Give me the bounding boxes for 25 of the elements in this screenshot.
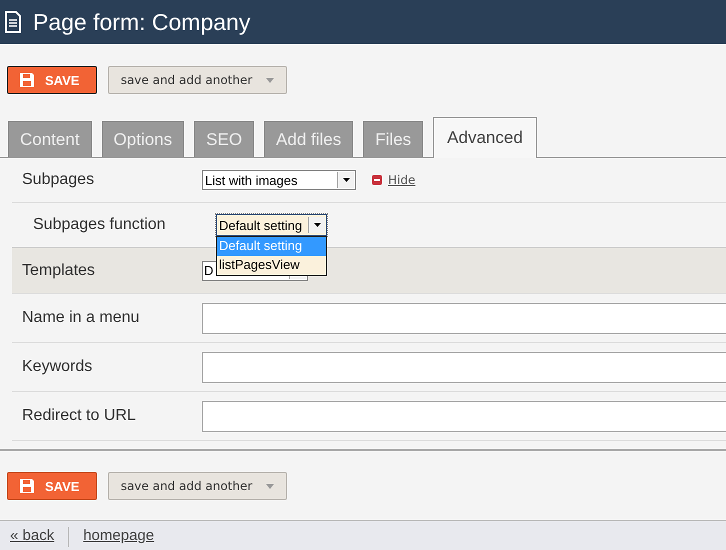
footer-link[interactable]: homepage: [83, 527, 154, 544]
text-input[interactable]: [202, 302, 726, 334]
hide-link[interactable]: Hide: [372, 173, 416, 187]
dropdown-option[interactable]: listPagesView: [217, 256, 326, 275]
window-title: Page form: Company: [33, 8, 250, 36]
document-icon: [5, 11, 21, 33]
select-field[interactable]: List with images: [202, 170, 356, 190]
tab[interactable]: Advanced: [433, 117, 537, 158]
caret-icon: [266, 484, 274, 488]
field-label: Name in a menu: [22, 309, 140, 327]
field-label: Redirect to URL: [22, 407, 137, 425]
save-and-add-button[interactable]: save and add another: [108, 66, 287, 94]
field-label: Subpages: [22, 171, 96, 189]
text-input[interactable]: [202, 400, 726, 432]
field-label: Subpages function: [33, 216, 167, 234]
dropdown-arrow-icon: [314, 223, 320, 227]
caret-icon: [266, 78, 274, 82]
text-input[interactable]: [202, 352, 726, 382]
field-label: Templates: [22, 262, 96, 280]
save-and-add-button[interactable]: save and add another: [108, 472, 287, 500]
select-field[interactable]: Default setting: [216, 214, 327, 236]
footer-link[interactable]: « back: [10, 527, 54, 544]
minus-icon: [372, 175, 382, 185]
dropdown-arrow-icon: [342, 178, 350, 182]
field-label: Keywords: [22, 358, 94, 376]
